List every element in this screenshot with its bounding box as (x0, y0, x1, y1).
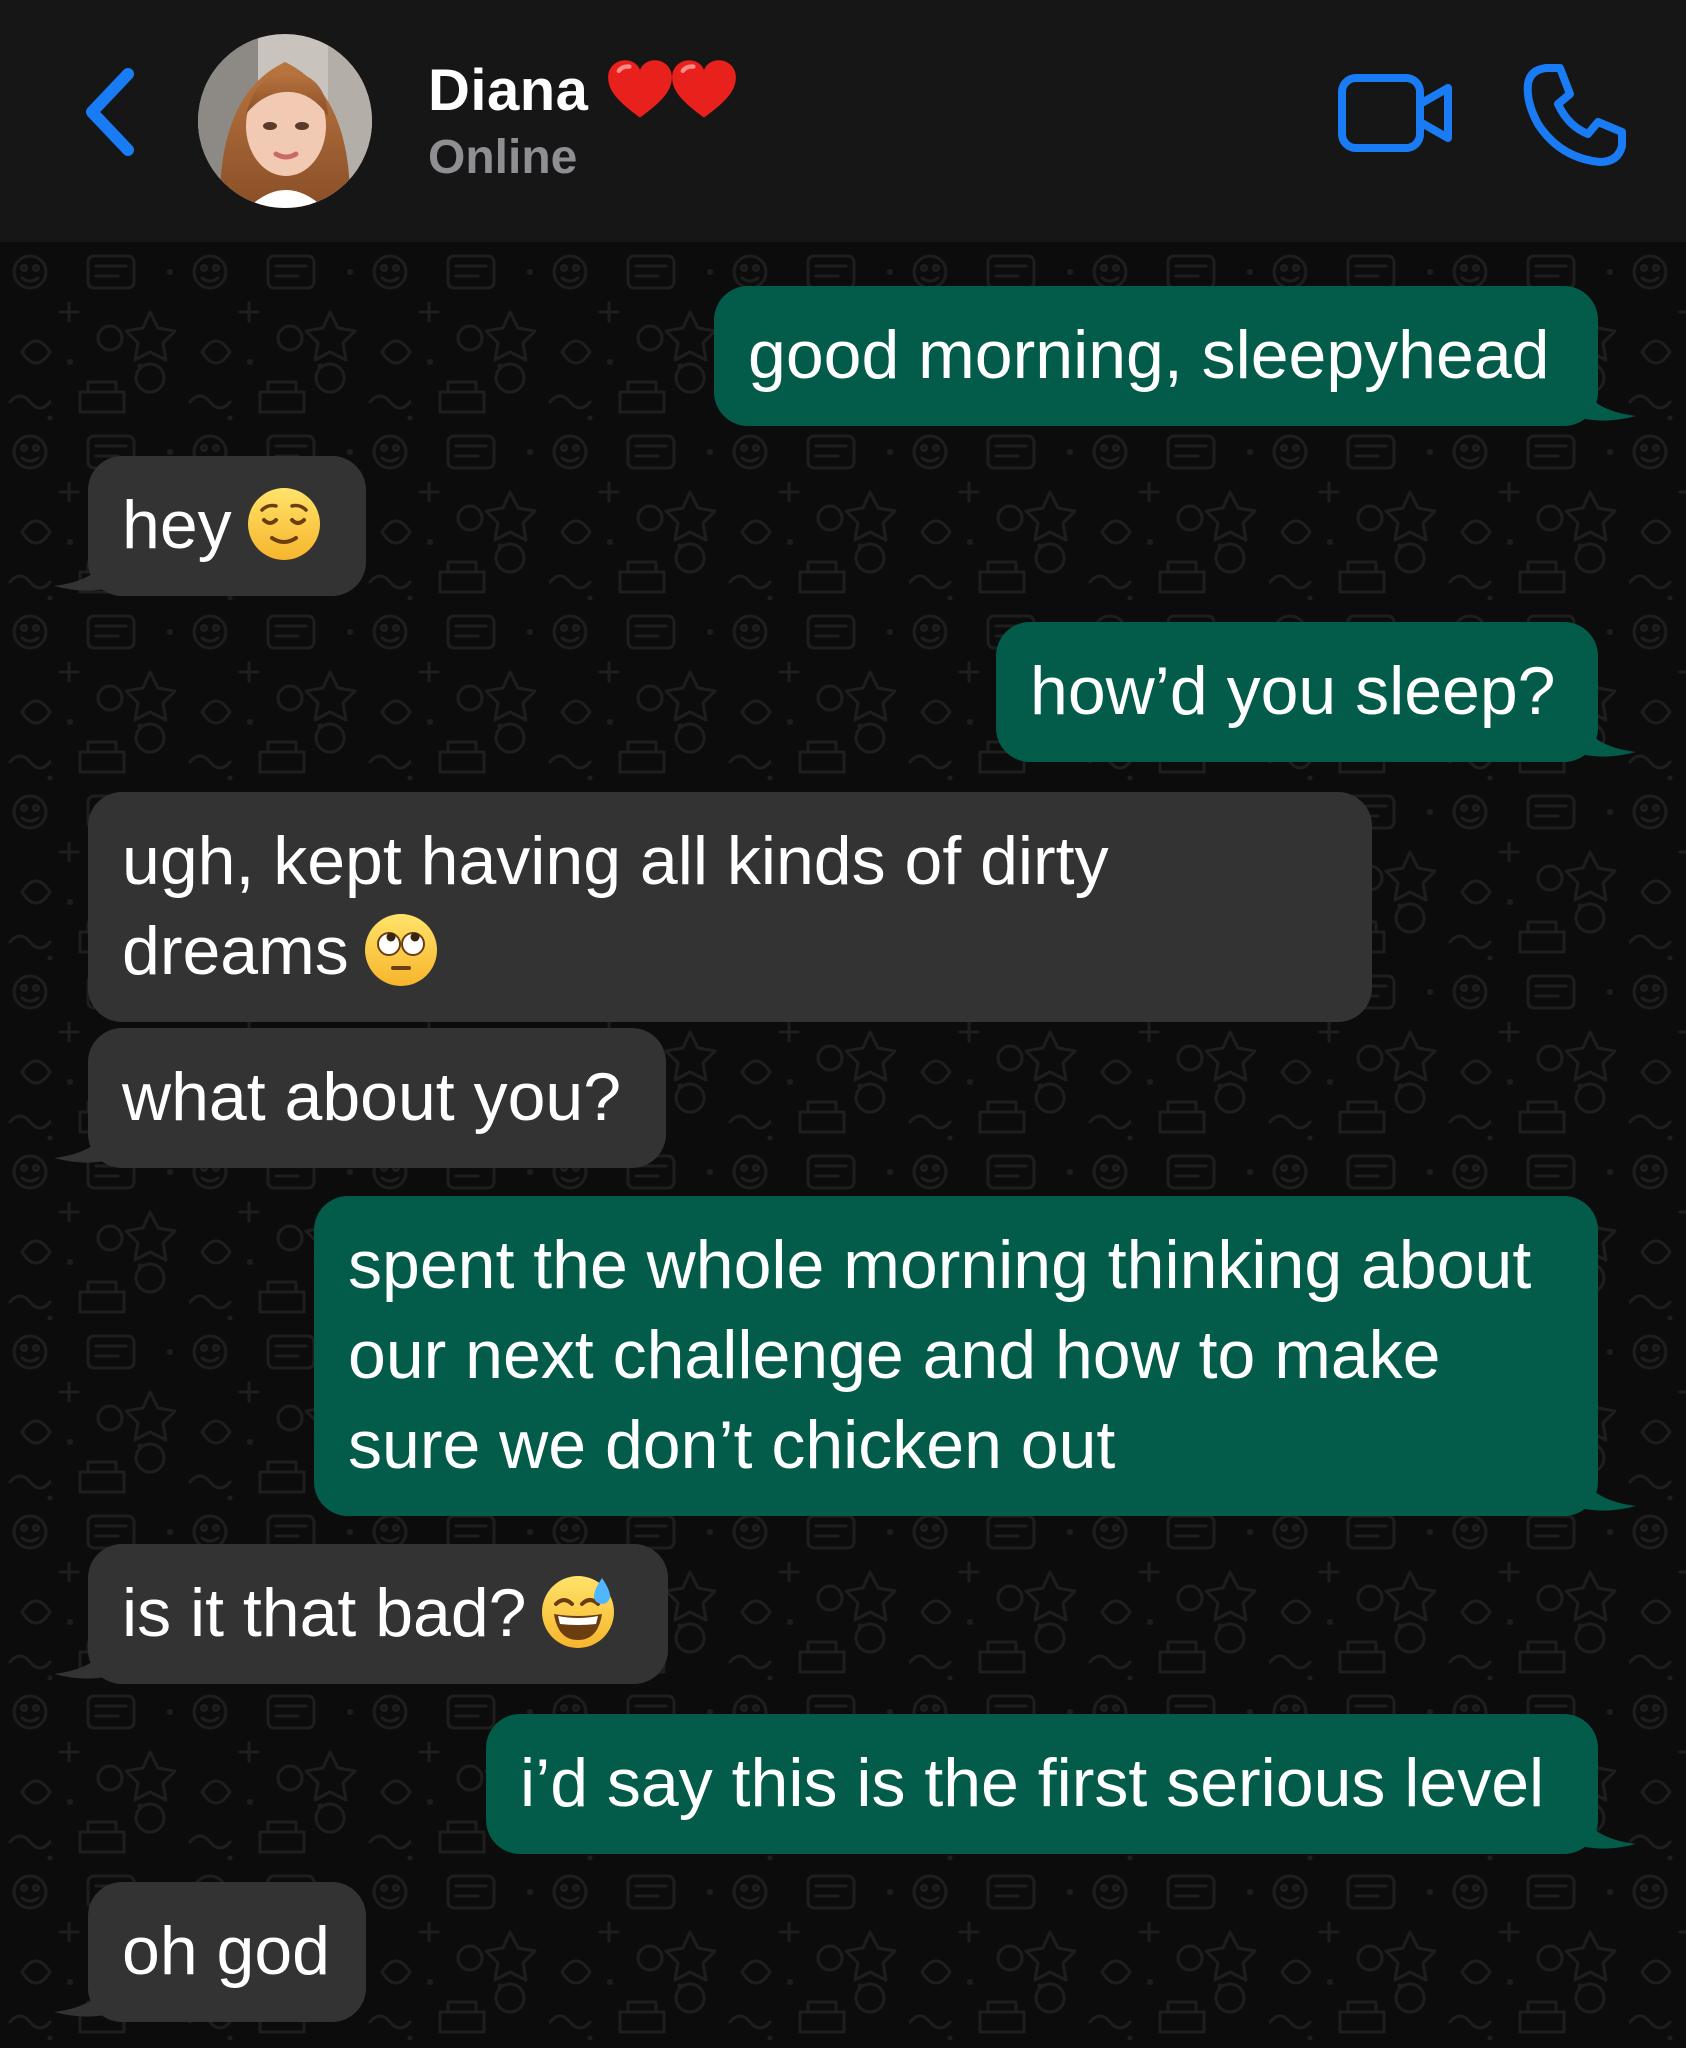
video-camera-icon (1338, 74, 1452, 152)
name-decoration (606, 56, 737, 124)
relieved-face-icon (247, 488, 320, 560)
video-call-button[interactable] (1336, 68, 1456, 158)
voice-call-button[interactable] (1520, 60, 1630, 170)
phone-icon (1523, 64, 1626, 166)
message-bubble-incoming[interactable]: hey (88, 456, 366, 596)
chat-header: Diana Online (0, 0, 1686, 242)
message-bubble-incoming[interactable]: is it that bad? (88, 1544, 668, 1684)
message-bubble-outgoing[interactable]: i’d say this is the first serious level (486, 1714, 1598, 1854)
chevron-left-icon (86, 68, 134, 156)
contact-photo (198, 34, 372, 208)
bubble-tail (1580, 1470, 1636, 1511)
bubble-tail (1580, 380, 1636, 421)
message-bubble-outgoing[interactable]: how’d you sleep? (996, 622, 1598, 762)
contact-name-row[interactable]: Diana (428, 50, 737, 130)
back-button[interactable] (78, 62, 148, 162)
message-list[interactable]: good morning, sleepyhead hey how’d you s… (0, 242, 1686, 2048)
bubble-tail (54, 550, 110, 591)
message-text: oh god (122, 1913, 330, 1989)
red-heart-icon (672, 60, 737, 118)
bubble-tail (1580, 716, 1636, 757)
message-text: ugh, kept having all kinds of dirty drea… (122, 823, 1109, 989)
red-heart-icon (608, 60, 673, 118)
face-with-rolling-eyes-icon (364, 914, 437, 986)
message-text: spent the whole morning thinking about o… (348, 1227, 1532, 1483)
message-text: good morning, sleepyhead (748, 317, 1550, 393)
contact-name: Diana (428, 57, 589, 123)
bubble-tail (54, 1976, 110, 2017)
message-bubble-incoming[interactable]: ugh, kept having all kinds of dirty drea… (88, 792, 1372, 1022)
contact-status: Online (428, 131, 578, 184)
message-bubble-incoming[interactable]: oh god (88, 1882, 366, 2022)
bubble-tail (1580, 1808, 1636, 1849)
avatar[interactable] (198, 34, 372, 208)
message-text: how’d you sleep? (1030, 653, 1556, 729)
message-bubble-outgoing[interactable]: spent the whole morning thinking about o… (314, 1196, 1598, 1516)
bubble-tail (54, 1638, 110, 1679)
grinning-face-with-sweat-icon (542, 1576, 615, 1648)
message-text: is it that bad? (122, 1575, 527, 1651)
message-bubble-incoming[interactable]: what about you? (88, 1028, 666, 1168)
bubble-tail (54, 1122, 110, 1163)
message-text: i’d say this is the first serious level (520, 1745, 1545, 1821)
message-text: hey (122, 487, 232, 563)
message-text: what about you? (122, 1059, 622, 1135)
message-bubble-outgoing[interactable]: good morning, sleepyhead (714, 286, 1598, 426)
